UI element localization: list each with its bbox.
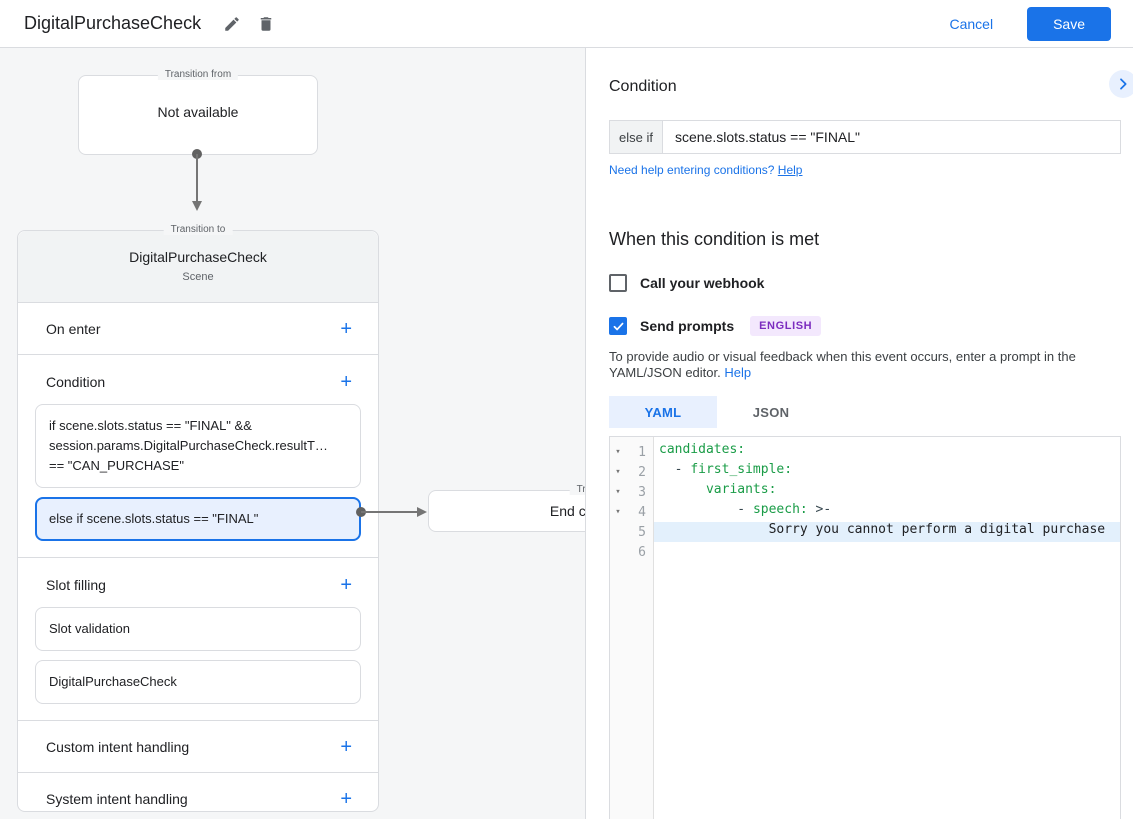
add-custom-intent-button[interactable]: + [336, 735, 356, 759]
tab-json[interactable]: JSON [717, 396, 825, 428]
editor-gutter: ▾ 1 ▾ 2 ▾ 3 ▾ 4 5 6 [610, 437, 654, 819]
condition-expression-input[interactable] [662, 120, 1121, 154]
editor-tabs: YAML JSON [609, 396, 1120, 428]
scene-card-header: DigitalPurchaseCheck Scene [18, 231, 378, 303]
slot-item[interactable]: DigitalPurchaseCheck [35, 660, 361, 704]
condition-help-link[interactable]: Help [778, 163, 803, 177]
transition-from-label: Transition from [157, 69, 239, 80]
custom-intent-label: Custom intent handling [46, 738, 190, 755]
add-condition-button[interactable]: + [336, 370, 356, 394]
connector-horizontal [356, 507, 427, 517]
code-line[interactable]: - speech: >- [654, 502, 1120, 522]
condition-item[interactable]: if scene.slots.status == "FINAL" && sess… [35, 404, 361, 488]
fold-toggle-icon[interactable]: ▾ [610, 447, 626, 457]
line-number: 5 [638, 524, 646, 540]
prompt-hint: To provide audio or visual feedback when… [609, 349, 1120, 381]
language-badge: ENGLISH [750, 316, 822, 336]
tab-yaml[interactable]: YAML [609, 396, 717, 428]
custom-intent-row: Custom intent handling + [18, 721, 378, 773]
fold-toggle-icon[interactable]: ▾ [610, 467, 626, 477]
top-bar: DigitalPurchaseCheck Cancel Save [0, 0, 1133, 48]
collapse-panel-button[interactable] [1109, 70, 1133, 98]
add-slot-button[interactable]: + [336, 573, 356, 597]
webhook-row: Call your webhook [609, 274, 1120, 292]
transition-from-text: Not available [157, 104, 239, 120]
editor-code-area[interactable]: candidates: - first_simple: variants: - … [654, 437, 1120, 819]
line-number: 3 [638, 484, 646, 500]
condition-text: == "CAN_PURCHASE" [49, 458, 184, 473]
pencil-icon [225, 16, 239, 31]
code-line[interactable]: - first_simple: [654, 462, 1120, 482]
add-on-enter-button[interactable]: + [336, 317, 356, 341]
save-button[interactable]: Save [1027, 6, 1111, 41]
on-enter-label: On enter [46, 320, 101, 337]
panel-title: Condition [609, 78, 677, 95]
system-intent-label: System intent handling [46, 791, 188, 807]
prompt-hint-text: To provide audio or visual feedback when… [609, 349, 1076, 380]
call-webhook-label: Call your webhook [640, 275, 765, 291]
transition-to-label: Transition to [163, 224, 233, 235]
on-enter-row: On enter + [18, 303, 378, 355]
code-line[interactable] [654, 542, 1120, 562]
page-title: DigitalPurchaseCheck [24, 13, 202, 33]
system-intent-row: System intent handling + [18, 773, 378, 819]
delete-scene-button[interactable] [249, 7, 283, 41]
scene-card: Transition to DigitalPurchaseCheck Scene… [17, 224, 379, 812]
slot-validation-item[interactable]: Slot validation [35, 607, 361, 651]
slot-item-text: DigitalPurchaseCheck [49, 674, 177, 689]
add-system-intent-button[interactable]: + [336, 787, 356, 811]
scene-card-title: DigitalPurchaseCheck [129, 249, 267, 265]
condition-prefix: else if [609, 120, 662, 154]
line-number: 2 [638, 464, 646, 480]
connector-vertical [192, 149, 202, 211]
help-text: Need help entering conditions? [609, 163, 775, 177]
condition-detail-panel: Condition else if Need help entering con… [585, 48, 1133, 819]
chevron-right-icon [1120, 78, 1127, 90]
condition-section: Condition + if scene.slots.status == "FI… [18, 355, 378, 558]
slot-filling-label: Slot filling [46, 577, 106, 593]
condition-text: if scene.slots.status == "FINAL" && [49, 418, 252, 433]
code-line[interactable]: candidates: [654, 442, 1120, 462]
condition-input-row: else if [609, 120, 1121, 154]
transition-from-node[interactable]: Transition from Not available [78, 69, 318, 155]
fold-toggle-icon[interactable]: ▾ [610, 507, 626, 517]
condition-section-label: Condition [46, 374, 106, 390]
condition-text: session.params.DigitalPurchaseCheck.resu… [49, 438, 328, 453]
line-number: 1 [638, 444, 646, 460]
check-icon [613, 322, 623, 330]
line-number: 4 [638, 504, 646, 520]
edit-title-button[interactable] [215, 7, 249, 41]
code-line[interactable]: Sorry you cannot perform a digital purch… [654, 522, 1120, 542]
code-line[interactable]: variants: [654, 482, 1120, 502]
prompt-hint-help-link[interactable]: Help [724, 365, 751, 380]
condition-text: else if scene.slots.status == "FINAL" [49, 511, 259, 526]
send-prompts-checkbox[interactable] [609, 317, 627, 335]
trash-icon [260, 16, 272, 31]
fold-toggle-icon[interactable]: ▾ [610, 487, 626, 497]
condition-help-line: Need help entering conditions? Help [609, 163, 1120, 177]
yaml-code-editor[interactable]: ▾ 1 ▾ 2 ▾ 3 ▾ 4 5 6 candidates: - first_simple: v… [609, 436, 1121, 819]
call-webhook-checkbox[interactable] [609, 274, 627, 292]
scene-card-subtitle: Scene [182, 271, 214, 283]
cancel-button[interactable]: Cancel [929, 7, 1013, 41]
slot-item-text: Slot validation [49, 621, 130, 636]
slot-filling-section: Slot filling + Slot validation DigitalPu… [18, 558, 378, 721]
condition-met-title: When this condition is met [609, 229, 820, 249]
condition-item-selected[interactable]: else if scene.slots.status == "FINAL" [35, 497, 361, 541]
send-prompts-row: Send prompts ENGLISH [609, 316, 1120, 336]
line-number: 6 [638, 544, 646, 560]
send-prompts-label: Send prompts [640, 318, 735, 334]
